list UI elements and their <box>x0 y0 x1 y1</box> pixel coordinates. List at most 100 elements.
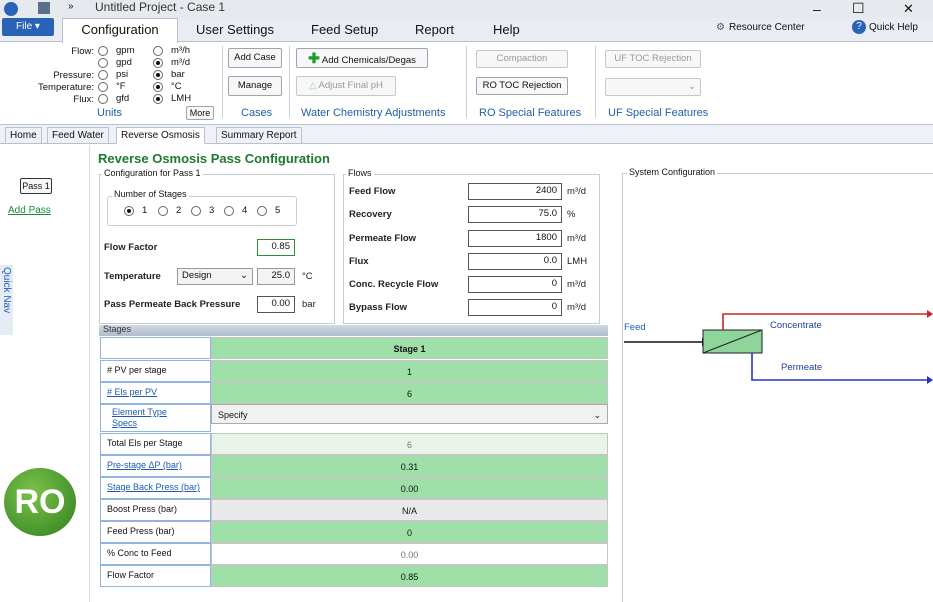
quick-help-link[interactable]: Quick Help <box>869 22 918 33</box>
total-els-cell: 6 <box>211 433 608 455</box>
recovery-input[interactable]: 75.0 <box>468 206 562 223</box>
feed-flow-input[interactable]: 2400 <box>468 183 562 200</box>
flux-label: Flux <box>349 256 369 267</box>
row-label: Boost Press (bar) <box>100 499 211 521</box>
unit-radio-m3h[interactable] <box>153 46 163 56</box>
pv-per-stage-cell[interactable]: 1 <box>211 360 608 382</box>
unit-label-m3d: m³/d <box>171 57 190 68</box>
tab-report[interactable]: Report <box>415 22 454 37</box>
bypass-flow-unit: m³/d <box>567 302 586 313</box>
unit-radio-c[interactable] <box>153 82 163 92</box>
stage-radio-3[interactable] <box>191 206 201 216</box>
save-icon[interactable] <box>38 2 50 14</box>
pressure-label: Pressure: <box>53 70 94 81</box>
unit-radio-lmh[interactable] <box>153 94 163 104</box>
temperature-mode-select[interactable]: Design ⌄ <box>177 268 253 285</box>
help-icon: ? <box>852 20 866 34</box>
ribbon-separator <box>466 46 467 118</box>
els-per-pv-cell[interactable]: 6 <box>211 382 608 404</box>
feed-press-cell[interactable]: 0 <box>211 521 608 543</box>
flux-input[interactable]: 0.0 <box>468 253 562 270</box>
unit-label-f: °F <box>116 81 126 92</box>
page-tab-summary-report[interactable]: Summary Report <box>216 127 302 144</box>
bypass-flow-label: Bypass Flow <box>349 302 408 313</box>
conc-recycle-unit: m³/d <box>567 279 586 290</box>
config-subtitle: Configuration for Pass 1 <box>102 168 203 178</box>
cases-group-label: Cases <box>241 107 273 119</box>
quick-nav-tab[interactable]: Quick Nav <box>0 265 13 335</box>
resource-center-link[interactable]: Resource Center <box>729 22 805 33</box>
tab-help[interactable]: Help <box>493 22 520 37</box>
table-row: Feed Press (bar) 0 <box>100 521 608 543</box>
unit-radio-f[interactable] <box>98 82 108 92</box>
temperature-mode-value: Design <box>182 270 212 281</box>
add-case-button[interactable]: Add Case <box>228 48 282 68</box>
chevron-down-icon: ⌄ <box>240 270 248 281</box>
stages-header-bar: Stages <box>99 324 608 336</box>
permeate-flow-input[interactable]: 1800 <box>468 230 562 247</box>
minimize-button[interactable]: – <box>813 1 821 17</box>
bypass-flow-input[interactable]: 0 <box>468 299 562 316</box>
manage-cases-button[interactable]: Manage <box>228 76 282 96</box>
resource-center-icon: ⚙ <box>716 22 725 33</box>
unit-label-psi: psi <box>116 69 129 80</box>
unit-radio-m3d[interactable] <box>153 58 163 68</box>
row-label: % Conc to Feed <box>100 543 211 565</box>
back-pressure-input[interactable]: 0.00 <box>257 296 295 313</box>
forward-icon[interactable]: » <box>68 1 74 12</box>
adjust-ph-button[interactable]: △ Adjust Final pH <box>296 76 396 96</box>
unit-radio-bar[interactable] <box>153 70 163 80</box>
unit-radio-gfd[interactable] <box>98 94 108 104</box>
flow-factor-input[interactable]: 0.85 <box>257 239 295 256</box>
add-chemicals-label: Add Chemicals/Degas <box>321 55 416 66</box>
element-type-select[interactable]: Specify ⌄ <box>211 404 608 424</box>
maximize-button[interactable]: ☐ <box>852 0 865 17</box>
stage-flow-factor-cell[interactable]: 0.85 <box>211 565 608 587</box>
page-tab-home[interactable]: Home <box>5 127 42 144</box>
temperature-unit-label: Temperature: <box>38 82 94 93</box>
unit-radio-gpd[interactable] <box>98 58 108 68</box>
unit-label-bar: bar <box>171 69 185 80</box>
table-row: Flow Factor 0.85 <box>100 565 608 587</box>
add-chemicals-button[interactable]: ✚ Add Chemicals/Degas <box>296 48 428 68</box>
page-tab-reverse-osmosis[interactable]: Reverse Osmosis <box>116 127 205 144</box>
file-menu-button[interactable]: File ▾ <box>2 18 54 36</box>
row-label-link[interactable]: # Els per PV <box>100 382 211 404</box>
tab-configuration[interactable]: Configuration <box>62 18 178 43</box>
page-tab-feed-water[interactable]: Feed Water <box>47 127 109 144</box>
unit-label-gpm: gpm <box>116 45 135 56</box>
feed-flow-unit: m³/d <box>567 186 586 197</box>
tab-user-settings[interactable]: User Settings <box>196 22 274 37</box>
ro-toc-rejection-button[interactable]: RO TOC Rejection <box>476 77 568 95</box>
row-label-link[interactable]: Stage Back Press (bar) <box>100 477 211 499</box>
stage-radio-4[interactable] <box>224 206 234 216</box>
compaction-button[interactable]: Compaction <box>476 50 568 68</box>
chevron-down-icon: ⌄ <box>688 81 696 92</box>
temperature-input[interactable]: 25.0 <box>257 268 295 285</box>
window-title: Untitled Project - Case 1 <box>95 0 226 14</box>
stage-option-2: 2 <box>176 205 182 216</box>
unit-radio-psi[interactable] <box>98 70 108 80</box>
permeate-arrow-icon <box>927 376 933 384</box>
row-label-link[interactable]: Pre-stage ΔP (bar) <box>100 455 211 477</box>
stage-radio-5[interactable] <box>257 206 267 216</box>
uf-toc-rejection-button[interactable]: UF TOC Rejection <box>605 50 701 68</box>
system-diagram <box>624 310 933 384</box>
uf-dropdown[interactable]: ⌄ <box>605 78 701 96</box>
table-row: Total Els per Stage 6 <box>100 433 608 455</box>
conc-recycle-input[interactable]: 0 <box>468 276 562 293</box>
tab-feed-setup[interactable]: Feed Setup <box>311 22 378 37</box>
stage-radio-1[interactable] <box>124 206 134 216</box>
pass-1-button[interactable]: Pass 1 <box>20 178 52 194</box>
stage-back-press-cell[interactable]: 0.00 <box>211 477 608 499</box>
close-button[interactable]: ✕ <box>903 1 914 17</box>
unit-radio-gpm[interactable] <box>98 46 108 56</box>
more-units-button[interactable]: More <box>186 106 214 120</box>
back-pressure-label: Pass Permeate Back Pressure <box>104 299 241 310</box>
add-pass-link[interactable]: Add Pass <box>8 205 51 216</box>
pre-stage-dp-cell[interactable]: 0.31 <box>211 455 608 477</box>
stage-radio-2[interactable] <box>158 206 168 216</box>
ro-logo: RO <box>4 468 76 536</box>
stages-legend: Number of Stages <box>112 189 189 199</box>
conc-to-feed-cell[interactable]: 0.00 <box>211 543 608 565</box>
